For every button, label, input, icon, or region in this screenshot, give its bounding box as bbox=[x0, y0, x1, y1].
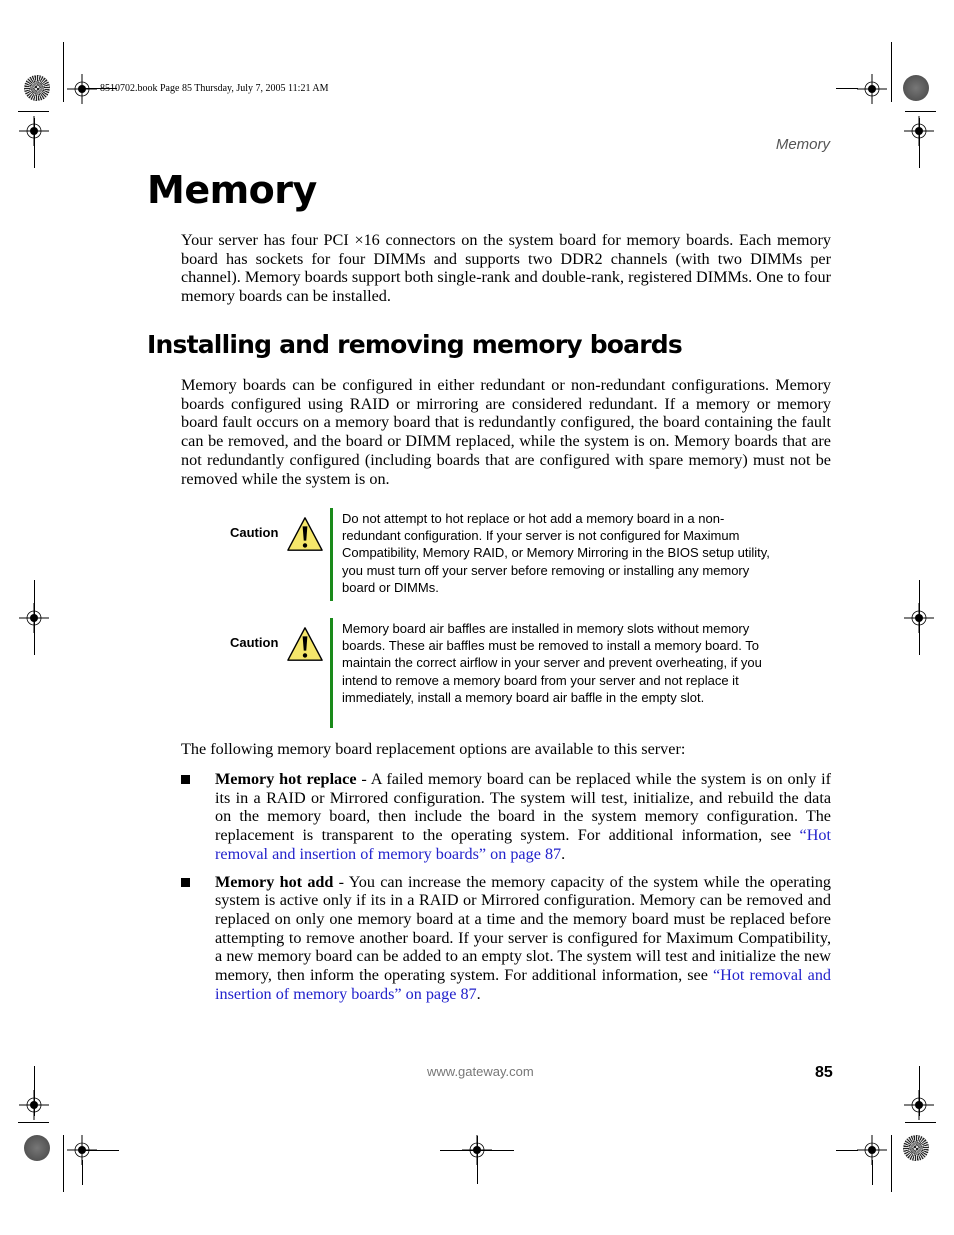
caution-text: Memory board air baffles are installed i… bbox=[342, 621, 762, 705]
caution-note: Caution Memory board air baffles are ins… bbox=[218, 618, 778, 728]
crop-mark bbox=[905, 1122, 936, 1123]
running-head: Memory bbox=[775, 136, 830, 153]
caution-bar bbox=[330, 508, 333, 601]
caution-label: Caution bbox=[230, 635, 279, 650]
color-rosette-icon bbox=[903, 1135, 929, 1161]
crop-mark bbox=[905, 111, 936, 112]
crop-mark bbox=[891, 1135, 892, 1192]
color-rosette-icon bbox=[24, 75, 50, 101]
job-info: 8510702.book Page 85 Thursday, July 7, 2… bbox=[100, 83, 329, 94]
punctuation: . bbox=[561, 844, 566, 863]
warning-triangle-icon bbox=[287, 517, 323, 551]
option-separator: - bbox=[356, 770, 371, 788]
punctuation: . bbox=[476, 984, 481, 1003]
crop-mark bbox=[872, 1160, 873, 1185]
registration-mark-icon bbox=[19, 603, 49, 633]
list-item: Memory hot add - You can increase the me… bbox=[181, 873, 831, 1004]
options-intro: The following memory board replacement o… bbox=[181, 740, 686, 758]
crop-mark bbox=[18, 111, 49, 112]
bullet-icon bbox=[181, 775, 190, 784]
caution-bar bbox=[330, 618, 333, 728]
caution-note: Caution Do not attempt to hot replace or… bbox=[218, 508, 778, 601]
registration-mark-icon bbox=[19, 116, 49, 146]
crop-mark bbox=[82, 1160, 83, 1185]
section-heading: Installing and removing memory boards bbox=[147, 330, 683, 359]
registration-mark-icon bbox=[904, 603, 934, 633]
color-rosette-icon bbox=[903, 75, 929, 101]
page-number: 85 bbox=[815, 1064, 833, 1081]
page-title: Memory bbox=[147, 168, 317, 212]
option-term: Memory hot replace bbox=[215, 770, 357, 788]
bullet-icon bbox=[181, 877, 190, 887]
list-item: Memory hot replace - A failed memory boa… bbox=[181, 770, 831, 864]
option-term: Memory hot add bbox=[215, 872, 334, 891]
registration-mark-icon bbox=[904, 116, 934, 146]
crop-mark bbox=[891, 42, 892, 102]
caution-label: Caution bbox=[230, 525, 279, 540]
crop-mark bbox=[836, 1150, 858, 1151]
intro-paragraph: Your server has four PCI ×16 connectors … bbox=[181, 231, 831, 306]
crop-mark bbox=[82, 1150, 119, 1151]
footer-url: www.gateway.com bbox=[427, 1064, 534, 1079]
options-list: Memory hot replace - A failed memory boa… bbox=[181, 770, 831, 1012]
crop-mark bbox=[63, 42, 64, 102]
crop-mark bbox=[63, 1135, 64, 1192]
crop-mark bbox=[18, 1122, 49, 1123]
color-rosette-icon bbox=[24, 1135, 50, 1161]
section-paragraph: Memory boards can be configured in eithe… bbox=[181, 376, 831, 488]
crop-mark bbox=[836, 88, 858, 89]
registration-mark-icon bbox=[67, 74, 97, 104]
caution-text: Do not attempt to hot replace or hot add… bbox=[342, 511, 770, 595]
crop-mark bbox=[477, 1136, 478, 1184]
registration-mark-icon bbox=[19, 1090, 49, 1120]
option-separator: - bbox=[333, 872, 349, 891]
registration-mark-icon bbox=[857, 74, 887, 104]
warning-triangle-icon bbox=[287, 627, 323, 661]
registration-mark-icon bbox=[904, 1090, 934, 1120]
